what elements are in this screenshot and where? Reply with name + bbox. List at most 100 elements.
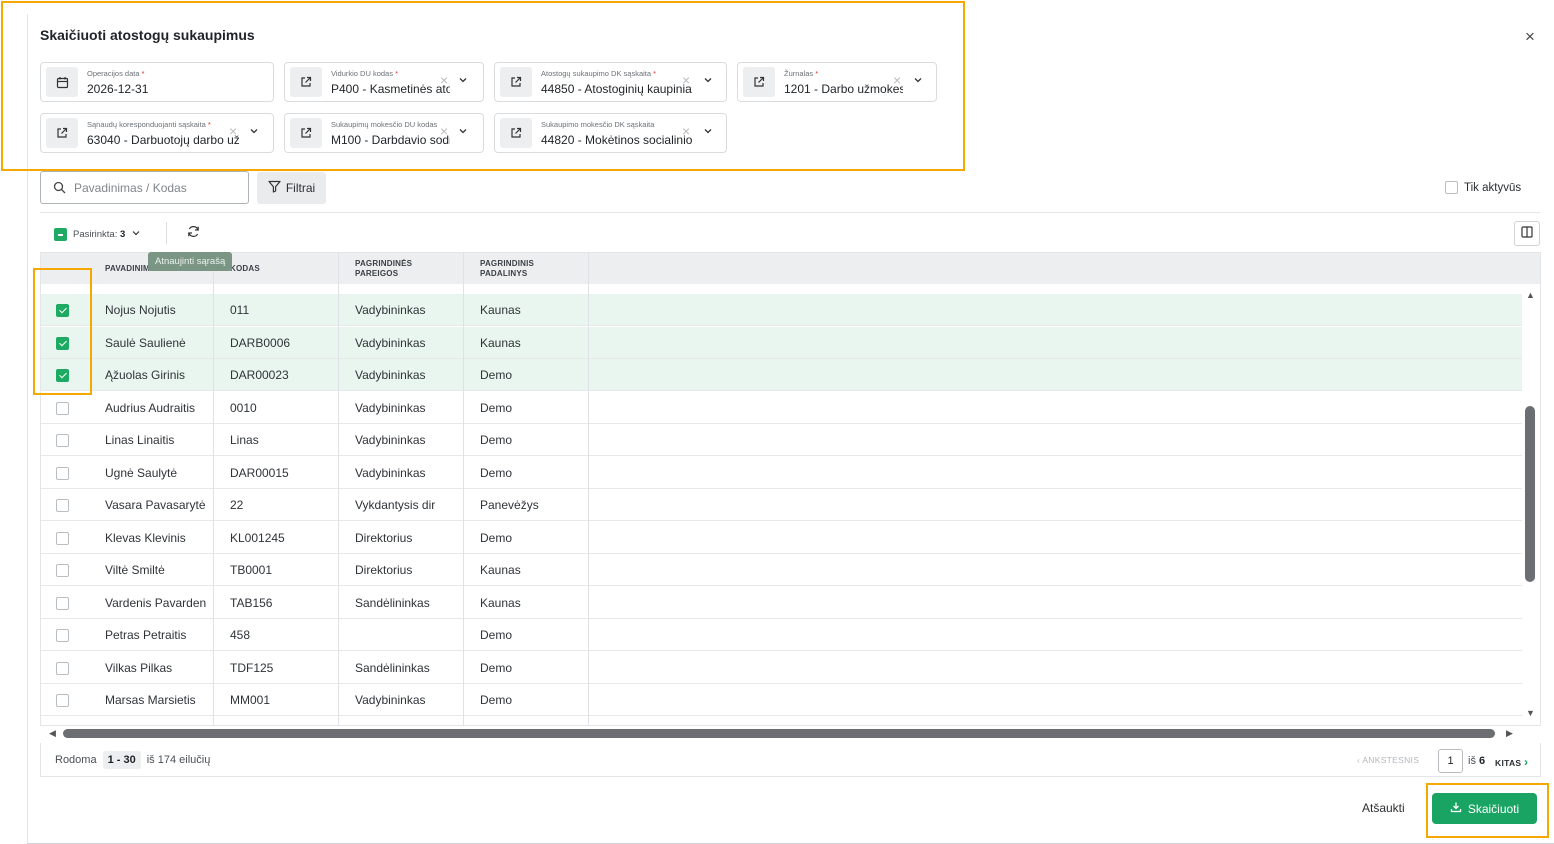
cell-name: Petras Petraitis [105,628,187,642]
scroll-up-icon[interactable]: ▲ [1526,290,1535,300]
row-checkbox[interactable] [56,304,69,317]
page-number-input[interactable]: 1 [1438,749,1463,773]
field-value: 1201 - Darbo užmokesti [784,82,903,96]
row-checkbox[interactable] [56,531,69,545]
clear-icon[interactable]: × [893,72,901,88]
table-row[interactable]: Linas Linaitis Linas Vadybininkas Demo [41,424,1522,456]
scroll-left-icon[interactable]: ◀ [49,728,56,739]
cell-position: Vadybininkas [355,368,426,382]
table-row[interactable]: Vilkas Pilkas TDF125 Sandėlininkas Demo [41,652,1522,684]
vertical-scrollbar-thumb[interactable] [1525,406,1535,582]
cell-code: TDF125 [230,660,274,675]
cell-position: Sandėlininkas [355,660,430,675]
refresh-button[interactable] [184,225,202,243]
chevron-down-icon[interactable] [131,228,141,241]
chevron-down-icon[interactable] [248,124,262,138]
row-checkbox[interactable] [56,434,69,447]
field-3[interactable]: Žurnalas * 1201 - Darbo užmokesti × [737,62,937,102]
table-row[interactable]: Viltė Smiltė TB0001 Direktorius Kaunas [41,554,1522,586]
field-value: 2026-12-31 [87,82,149,96]
calculate-label: Skaičiuoti [1467,801,1520,816]
clear-icon[interactable]: × [229,123,237,139]
clear-icon[interactable]: × [440,123,448,139]
field-label: Atostogų sukaupimo DK sąskaita * [541,69,657,78]
row-checkbox[interactable] [56,694,69,707]
field-4[interactable]: Sąnaudų koresponduojanti sąskaita * 63040… [40,113,274,153]
row-checkbox[interactable] [56,596,69,610]
table-row[interactable]: Vardenis Pavarden TAB156 Sandėlininkas Kaun… [41,587,1522,619]
close-icon[interactable]: × [1520,27,1540,47]
previous-page-button[interactable]: ‹ ANKSTESNIS [1357,755,1419,765]
field-0[interactable]: Operacijos data * 2026-12-31 [40,62,274,102]
column-header-code[interactable]: KODAS [230,253,260,284]
cell-code: 458 [230,628,251,642]
calendar-icon[interactable] [46,67,78,97]
select-all-checkbox[interactable] [54,228,67,241]
cell-name: Marsas Marsietis [105,693,196,707]
table-row[interactable]: Ugnė Saulytė DAR00015 Vadybininkas Demo [41,457,1522,489]
cell-name: Klevas Klevinis [105,530,186,545]
selected-count: 3 [120,229,126,240]
cancel-button[interactable]: Atšaukti [1362,801,1405,815]
refresh-tooltip: Atnaujinti sąrašą [148,252,233,271]
cell-name: Audrius Audraitis [105,400,196,415]
table-row[interactable]: Klevas Klevinis KL001245 Direktorius Demo [41,522,1522,554]
row-checkbox[interactable] [56,336,69,350]
external-link-icon[interactable] [290,67,322,97]
scroll-right-icon[interactable]: ▶ [1506,728,1513,739]
row-checkbox[interactable] [56,401,69,415]
only-active-checkbox[interactable] [1445,181,1458,194]
columns-icon [1521,225,1533,243]
row-checkbox[interactable] [56,564,69,577]
table-row[interactable]: Saulė Saulienė DARB0006 Vadybininkas Kaunas [41,326,1522,359]
cell-code: 011 [230,303,250,317]
field-2[interactable]: Atostogų sukaupimo DK sąskaita * 44850 - … [494,62,727,102]
column-header-unit[interactable]: PAGRINDINIS PADALINYS [480,253,560,284]
selection-summary[interactable]: Pasirinkta: 3 [54,228,141,241]
table-row[interactable]: Marsas Marsietis MM001 Vadybininkas Demo [41,684,1522,716]
chevron-down-icon[interactable] [702,124,716,138]
table-row[interactable]: Petras Petraitis 458 Demo [41,619,1522,651]
cell-position: Vadybininkas [355,303,426,317]
cell-position: Sandėlininkas [355,595,430,610]
cell-unit: Kaunas [480,595,521,610]
cell-code: DAR00023 [230,368,289,382]
row-checkbox[interactable] [56,629,69,642]
chevron-down-icon[interactable] [702,73,716,87]
table-row[interactable]: Vasara Pavasarytė 22 Vykdantysis dir Panevė… [41,489,1522,521]
chevron-down-icon[interactable] [912,73,926,87]
external-link-icon[interactable] [46,118,78,148]
row-checkbox[interactable] [56,499,69,512]
clear-icon[interactable]: × [682,123,690,139]
external-link-icon[interactable] [743,67,775,97]
field-6[interactable]: Sukaupimo mokesčio DK sąskaita 44820 - M… [494,113,727,153]
table-row[interactable]: Ąžuolas Girinis DAR00023 Vadybininkas Demo [41,359,1522,391]
scroll-down-icon[interactable]: ▼ [1526,708,1535,718]
table-row[interactable]: Nojus Nojutis 011 Vadybininkas Kaunas [41,294,1522,326]
row-checkbox[interactable] [56,466,69,480]
only-active-toggle[interactable]: Tik aktyvūs [1445,181,1521,194]
chevron-down-icon[interactable] [457,73,471,87]
columns-toggle-button[interactable] [1514,221,1540,246]
clear-icon[interactable]: × [440,72,448,88]
external-link-icon[interactable] [500,67,532,97]
table-row[interactable]: Audrius Audraitis 0010 Vadybininkas Demo [41,392,1522,424]
next-page-button[interactable]: KITAS › [1495,755,1528,769]
row-range: 1 - 30 [102,751,141,769]
row-checkbox[interactable] [56,661,69,675]
cell-name: Viltė Smiltė [105,563,165,577]
selected-label: Pasirinkta: 3 [73,229,126,240]
horizontal-scrollbar-thumb[interactable] [63,729,1495,738]
external-link-icon[interactable] [500,118,532,148]
field-1[interactable]: Vidurkio DU kodas * P400 - Kasmetinės ato… [284,62,484,102]
filters-button[interactable]: Filtrai [257,172,326,204]
calculate-button[interactable]: Skaičiuoti [1432,793,1537,824]
search-input[interactable]: Pavadinimas / Kodas [40,171,249,204]
chevron-down-icon[interactable] [457,124,471,138]
external-link-icon[interactable] [290,118,322,148]
row-checkbox[interactable] [56,369,69,382]
cell-code: Linas [230,433,259,447]
clear-icon[interactable]: × [682,72,690,88]
field-5[interactable]: Sukaupimų mokesčio DU kodas M100 - Darbd… [284,113,484,153]
column-header-position[interactable]: PAGRINDINĖS PAREIGOS [355,253,435,284]
